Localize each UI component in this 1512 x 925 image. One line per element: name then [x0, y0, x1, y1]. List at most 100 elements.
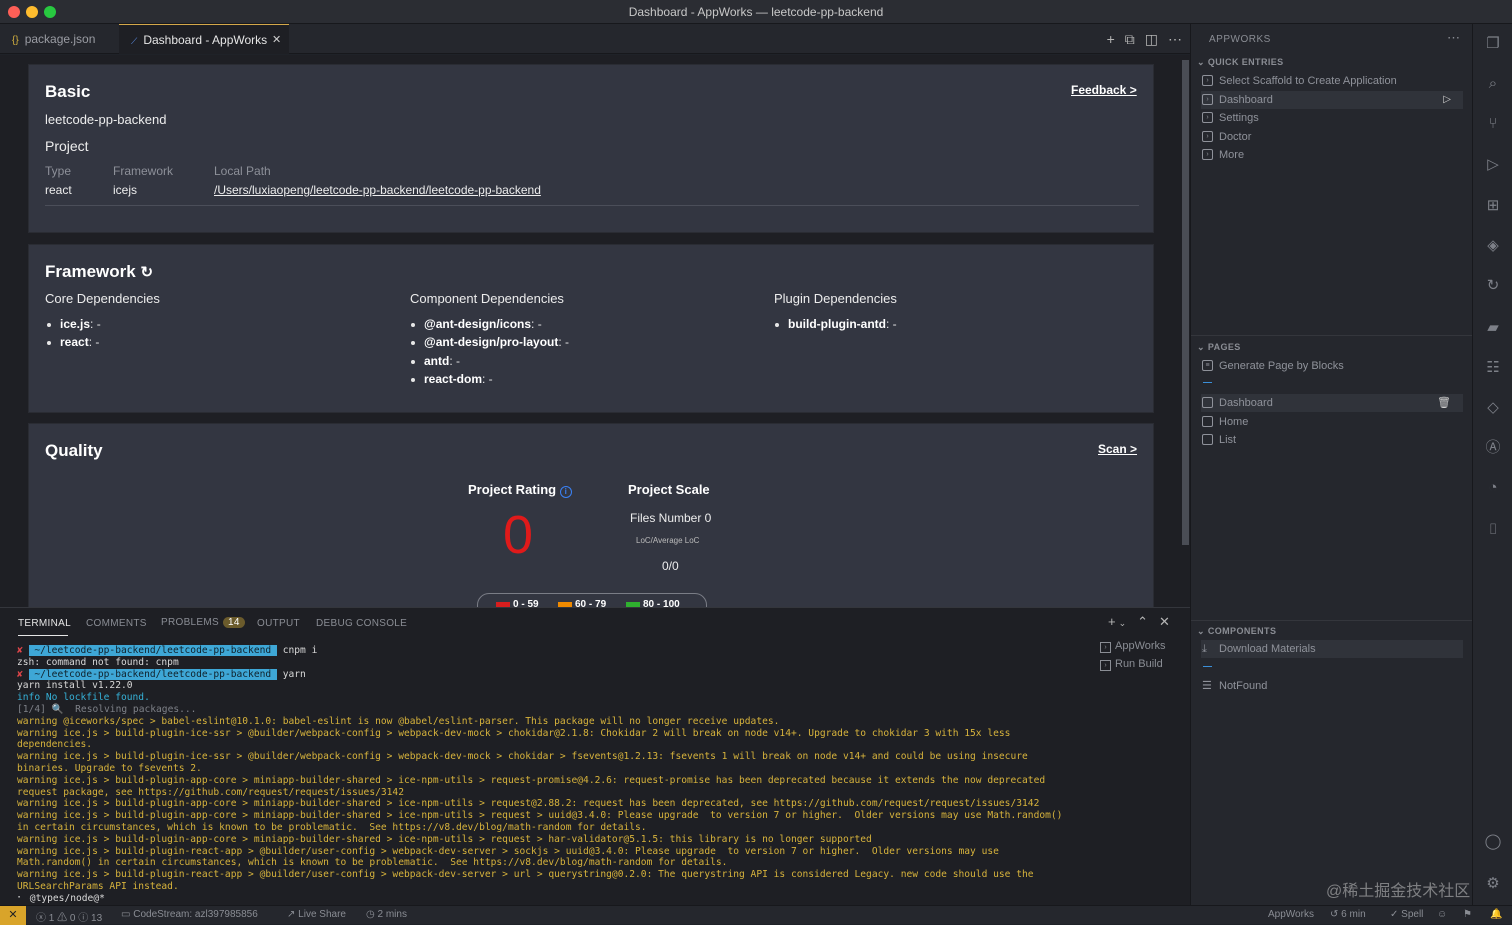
codestream-status[interactable]: ▭ CodeStream: azl397985856: [121, 909, 258, 920]
stack-icon[interactable]: ◈: [1483, 236, 1503, 256]
prompt-path: ~/leetcode-pp-backend/leetcode-pp-backen…: [28, 645, 277, 656]
layers-icon: ☰: [1202, 680, 1212, 692]
terminal-actions: + ⌄ ⌃ ✕: [1108, 614, 1170, 632]
tab-comments[interactable]: COMMENTS: [86, 618, 147, 629]
search-icon[interactable]: ⌕: [1483, 74, 1503, 94]
bookmark-icon[interactable]: ⌷: [1483, 520, 1503, 540]
appworks-icon[interactable]: Ⓐ: [1483, 438, 1503, 458]
components-download[interactable]: ⤓ Download Materials: [1201, 640, 1463, 658]
scan-link[interactable]: Scan >: [1098, 442, 1137, 456]
run-icon[interactable]: ▷: [1443, 91, 1451, 109]
quick-item-doctor[interactable]: › Doctor: [1201, 128, 1463, 146]
terminal-icon: ›: [1202, 149, 1213, 160]
remote-indicator[interactable]: ✕: [0, 906, 26, 925]
tab-terminal[interactable]: TERMINAL: [18, 618, 71, 629]
appworks-status[interactable]: AppWorks: [1268, 909, 1314, 920]
section-quick-entries[interactable]: ⌄ QUICK ENTRIES: [1197, 57, 1284, 68]
open-preview-icon[interactable]: ⧉: [1125, 31, 1135, 48]
new-terminal-icon[interactable]: +: [1108, 614, 1116, 632]
framework-card: Framework ↻ Core Dependencies Component …: [28, 244, 1154, 413]
watermark: @稀土掘金技术社区: [1326, 883, 1471, 900]
quality-title: Quality: [45, 441, 103, 460]
spell-status[interactable]: ✓ Spell: [1390, 909, 1423, 920]
editor-scrollbar[interactable]: [1182, 60, 1189, 545]
time-status[interactable]: ◷ 2 mins: [366, 909, 407, 920]
list-item: @ant-design/icons: -: [411, 317, 542, 331]
quick-item-more[interactable]: › More: [1201, 146, 1463, 164]
split-editor-icon[interactable]: ◫: [1145, 31, 1158, 48]
account-icon[interactable]: ◯: [1483, 832, 1503, 852]
chevron-down-icon[interactable]: ⌄: [1119, 614, 1127, 632]
page-item-home[interactable]: Home: [1201, 413, 1463, 431]
feedback-link[interactable]: Feedback >: [1071, 83, 1137, 97]
json-file-icon: {}: [12, 35, 19, 46]
docker-icon[interactable]: ▰: [1483, 318, 1503, 338]
terminal-line: warning ice.js > build-plugin-app-core >…: [17, 833, 872, 845]
project-name: leetcode-pp-backend: [45, 112, 167, 127]
explorer-icon[interactable]: ❐: [1483, 34, 1503, 54]
more-actions-icon[interactable]: ⋯: [1168, 31, 1182, 48]
feedback-icon[interactable]: ⚑: [1463, 909, 1472, 920]
gitlens-icon[interactable]: ◇: [1483, 398, 1503, 418]
tab-dashboard-appworks[interactable]: ⟋ Dashboard - AppWorks ✕: [119, 24, 289, 54]
terminal-line: warning ice.js > build-plugin-app-core >…: [17, 810, 1069, 833]
list-item: build-plugin-antd: -: [775, 317, 897, 331]
file-icon: [1202, 416, 1213, 427]
pages-generate[interactable]: ≡ Generate Page by Blocks: [1201, 357, 1463, 375]
terminal-line: yarn install v1.22.0: [17, 680, 133, 692]
quick-item-settings[interactable]: › Settings: [1201, 109, 1463, 127]
terminal-output[interactable]: ✘ ~/leetcode-pp-backend/leetcode-pp-back…: [17, 645, 1072, 905]
refresh-icon[interactable]: ↻: [140, 264, 153, 281]
notifications-icon[interactable]: 🔔: [1490, 909, 1502, 920]
more-actions-icon[interactable]: ⋯: [1447, 30, 1460, 46]
tab-output[interactable]: OUTPUT: [257, 618, 300, 629]
sidebar-title: APPWORKS: [1209, 34, 1271, 45]
live-share-status[interactable]: ↗ Live Share: [287, 909, 346, 920]
list-item: react: -: [47, 335, 99, 349]
terminal-line: warning ice.js > build-plugin-app-core >…: [17, 798, 1040, 810]
terminal-item-appworks[interactable]: › AppWorks: [1100, 640, 1166, 653]
editor-tab-bar: {} package.json ⟋ Dashboard - AppWorks ✕ +…: [0, 24, 1190, 54]
page-item-list[interactable]: List: [1201, 431, 1463, 449]
page-item-dashboard[interactable]: Dashboard 🗑: [1201, 394, 1463, 412]
run-debug-icon[interactable]: ▷: [1483, 155, 1503, 175]
terminal-icon: ›: [1100, 660, 1111, 671]
timeline-icon[interactable]: ◔: [1483, 478, 1503, 498]
quick-item-select-scaffold[interactable]: › Select Scaffold to Create Application: [1201, 72, 1463, 90]
tab-problems[interactable]: PROBLEMS 14: [161, 617, 245, 628]
appworks-sidebar: APPWORKS ⋯ ⌄ QUICK ENTRIES › Select Scaff…: [1190, 24, 1473, 905]
section-pages[interactable]: ⌄ PAGES: [1197, 342, 1241, 353]
local-path-link[interactable]: /Users/luxiaopeng/leetcode-pp-backend/le…: [214, 183, 541, 197]
terminal-item-run-build[interactable]: › Run Build: [1100, 658, 1163, 671]
database-icon[interactable]: ☷: [1483, 358, 1503, 378]
close-tab-icon[interactable]: ✕: [272, 25, 281, 55]
plugin-dependencies-title: Plugin Dependencies: [774, 291, 897, 306]
source-control-icon[interactable]: ⑂: [1483, 114, 1503, 134]
extensions-icon[interactable]: ⊞: [1483, 196, 1503, 216]
terminal-icon: ›: [1202, 94, 1213, 105]
framework-title: Framework ↻: [45, 262, 154, 281]
settings-gear-icon[interactable]: ⚙: [1483, 874, 1503, 894]
project-rating-value: 0: [503, 505, 534, 565]
remote-icon[interactable]: ↻: [1483, 276, 1503, 296]
terminal-line: warning ice.js > build-plugin-ice-ssr > …: [17, 727, 1017, 751]
info-icon[interactable]: i: [559, 486, 572, 498]
pages-separator: [1203, 382, 1212, 383]
components-notfound: ☰ NotFound: [1201, 677, 1463, 695]
tab-package-json[interactable]: {} package.json: [0, 24, 118, 54]
problems-status[interactable]: ⓧ 1 ⚠ 0 ⓘ 13: [36, 909, 102, 924]
trash-icon[interactable]: 🗑: [1437, 394, 1451, 412]
section-components[interactable]: ⌄ COMPONENTS: [1197, 626, 1276, 637]
add-icon[interactable]: +: [1107, 31, 1115, 47]
legend-label-low: 0 - 59: [513, 599, 539, 607]
time-status-2[interactable]: ↺ 6 min: [1330, 909, 1366, 920]
quick-item-dashboard[interactable]: › Dashboard ▷: [1201, 91, 1463, 109]
divider: [45, 205, 1139, 206]
copilot-icon[interactable]: ☺: [1437, 909, 1447, 920]
core-dependencies-title: Core Dependencies: [45, 291, 160, 306]
tab-debug-console[interactable]: DEBUG CONSOLE: [316, 618, 407, 629]
close-panel-icon[interactable]: ✕: [1159, 614, 1170, 632]
list-item: react-dom: -: [411, 372, 493, 386]
maximize-panel-icon[interactable]: ⌃: [1137, 614, 1148, 632]
tab-label: Dashboard - AppWorks: [143, 33, 268, 47]
